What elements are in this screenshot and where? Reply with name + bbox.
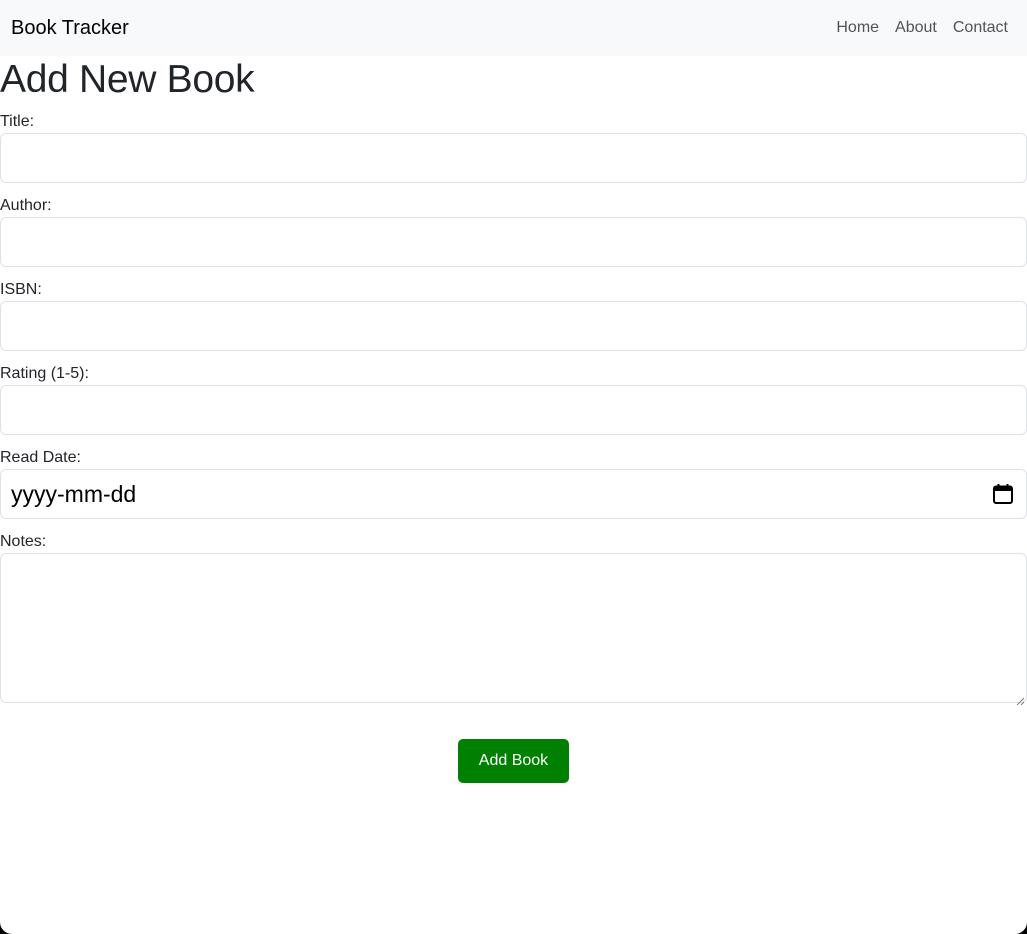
- brand-link[interactable]: Book Tracker: [11, 0, 129, 56]
- notes-textarea[interactable]: [0, 553, 1027, 706]
- nav-link-home[interactable]: Home: [836, 19, 879, 37]
- window-corner-left: [0, 922, 12, 934]
- read-date-placeholder: yyyy-mm-dd: [11, 480, 137, 507]
- add-book-button[interactable]: Add Book: [458, 739, 569, 783]
- title-label: Title:: [0, 113, 35, 130]
- author-input[interactable]: [0, 217, 1027, 267]
- nav-link-contact[interactable]: Contact: [953, 19, 1008, 37]
- title-input[interactable]: [0, 133, 1027, 183]
- calendar-icon[interactable]: [992, 483, 1014, 505]
- read-date-input[interactable]: yyyy-mm-dd: [0, 469, 1027, 519]
- rating-input[interactable]: [0, 385, 1027, 435]
- nav-link-about[interactable]: About: [895, 19, 937, 37]
- isbn-label: ISBN:: [0, 281, 42, 298]
- nav-links: Home About Contact: [836, 19, 1016, 37]
- window-corner-right: [1015, 922, 1027, 934]
- author-label: Author:: [0, 197, 52, 214]
- resize-handle-icon[interactable]: [1016, 692, 1025, 706]
- navbar: Book Tracker Home About Contact: [0, 0, 1027, 56]
- page-title: Add New Book: [0, 58, 255, 101]
- notes-label: Notes:: [0, 533, 47, 550]
- isbn-input[interactable]: [0, 301, 1027, 351]
- read-date-label: Read Date:: [0, 449, 81, 466]
- rating-label: Rating (1-5):: [0, 365, 89, 382]
